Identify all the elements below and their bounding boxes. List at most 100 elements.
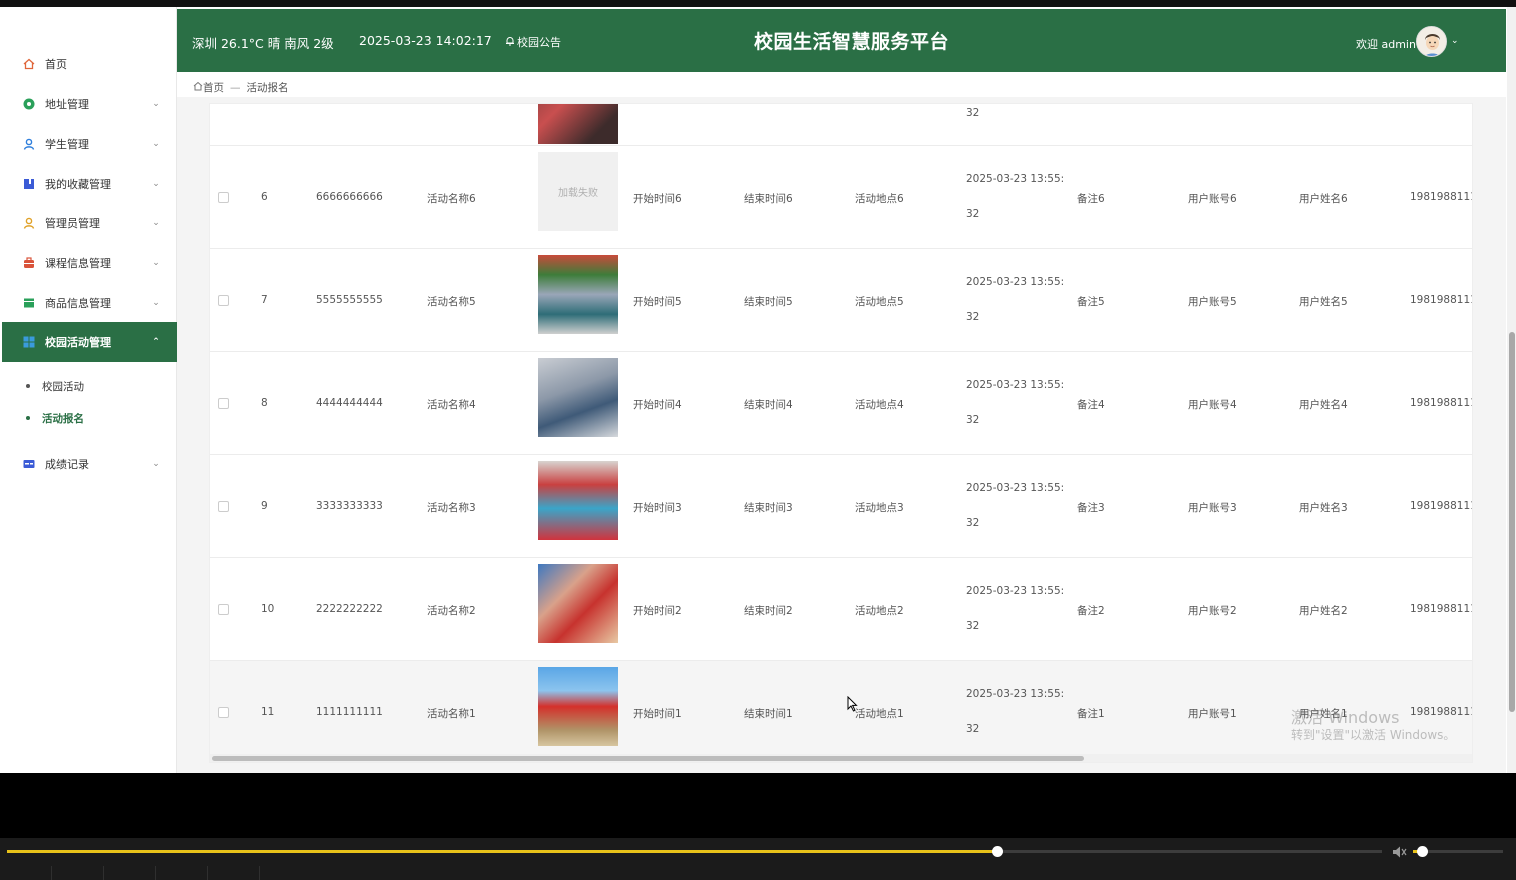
activity-image[interactable]	[538, 564, 618, 643]
sidebar-item-students[interactable]: 学生管理 ⌄	[2, 124, 177, 164]
sidebar-item-campus-activities[interactable]: 校园活动管理 ⌃	[2, 322, 177, 362]
code-cell: 6666666666	[316, 191, 383, 203]
grid-icon	[22, 335, 36, 349]
username-cell: 用户姓名5	[1299, 296, 1348, 308]
place-cell: 活动地点6	[855, 193, 904, 205]
sidebar-subitem-label: 校园活动	[42, 380, 84, 393]
phone-cell: 19819881113	[1410, 500, 1472, 512]
index-cell: 9	[261, 500, 268, 512]
breadcrumb-home[interactable]: 首页	[203, 80, 224, 95]
sidebar-subitem-label: 活动报名	[42, 412, 84, 425]
time-cell-line1: 2025-03-23 13:55:	[966, 379, 1065, 391]
place-cell: 活动地点2	[855, 605, 904, 617]
code-cell: 1111111111	[316, 706, 383, 718]
activity-name-cell: 活动名称4	[427, 399, 476, 411]
welcome-text: 欢迎 admin	[1356, 38, 1416, 51]
datetime-text: 2025-03-23 14:02:17	[359, 33, 492, 48]
sidebar-item-address[interactable]: 地址管理 ⌄	[2, 84, 177, 124]
note-cell: 备注2	[1077, 605, 1105, 617]
chevron-down-icon: ⌄	[152, 139, 160, 149]
volume-slider[interactable]	[1413, 846, 1503, 857]
volume-icon[interactable]	[1392, 844, 1408, 863]
time-cell-line2: 32	[966, 620, 980, 632]
sidebar-item-favorites[interactable]: 我的收藏管理 ⌄	[2, 164, 177, 204]
chevron-down-icon: ⌄	[152, 459, 160, 469]
phone-cell: 19819881112	[1410, 603, 1472, 615]
image-load-failed: 加载失败	[558, 188, 598, 199]
activity-image[interactable]	[538, 255, 618, 334]
activity-image[interactable]	[538, 358, 618, 437]
index-cell: 6	[261, 191, 268, 203]
player-button[interactable]	[104, 866, 156, 880]
index-cell: 7	[261, 294, 268, 306]
end-time-cell: 结束时间4	[744, 399, 793, 411]
row-checkbox[interactable]	[218, 398, 229, 409]
activity-image[interactable]	[538, 461, 618, 540]
chevron-down-icon: ⌄	[152, 179, 160, 189]
horizontal-scrollbar[interactable]	[210, 754, 1472, 762]
activity-image[interactable]: 加载失败	[538, 152, 618, 231]
row-checkbox[interactable]	[218, 501, 229, 512]
activity-image[interactable]	[538, 667, 618, 746]
sidebar-subitem-activity-signup[interactable]: 活动报名	[2, 405, 177, 431]
chevron-down-icon[interactable]: ⌄	[1451, 36, 1459, 46]
sidebar-item-label: 校园活动管理	[45, 336, 111, 349]
code-cell: 3333333333	[316, 500, 383, 512]
player-button[interactable]	[0, 866, 52, 880]
time-cell-line2: 32	[966, 517, 980, 529]
end-time-cell: 结束时间5	[744, 296, 793, 308]
vertical-scrollbar-thumb[interactable]	[1509, 332, 1515, 712]
mouse-cursor-icon	[847, 695, 858, 716]
horizontal-scrollbar-thumb[interactable]	[212, 756, 1084, 761]
avatar[interactable]	[1416, 26, 1447, 57]
chevron-up-icon: ⌃	[152, 337, 160, 347]
window-top-strip	[0, 0, 1516, 7]
home-icon	[22, 57, 36, 71]
start-time-cell: 开始时间6	[633, 193, 682, 205]
volume-knob[interactable]	[1417, 846, 1428, 857]
sidebar-item-scores[interactable]: 成绩记录 ⌄	[2, 444, 177, 484]
row-checkbox[interactable]	[218, 192, 229, 203]
note-cell: 备注4	[1077, 399, 1105, 411]
row-checkbox[interactable]	[218, 707, 229, 718]
sidebar-item-home[interactable]: 首页	[2, 44, 177, 84]
activation-watermark-text: 转到"设置"以激活 Windows。	[1291, 728, 1456, 742]
start-time-cell: 开始时间4	[633, 399, 682, 411]
code-cell: 5555555555	[316, 294, 383, 306]
time-cell-line2: 32	[966, 311, 980, 323]
phone-cell: 19819881114	[1410, 397, 1472, 409]
code-cell: 2222222222	[316, 603, 383, 615]
notice-link[interactable]: 校园公告	[505, 34, 561, 50]
activity-image[interactable]	[538, 104, 618, 144]
progress-knob[interactable]	[992, 846, 1003, 857]
chevron-down-icon: ⌄	[152, 298, 160, 308]
sidebar: 首页 地址管理 ⌄ 学生管理 ⌄ 我的收藏管理 ⌄ 管理员管理 ⌄ 课程信息管理…	[2, 7, 177, 773]
row-checkbox[interactable]	[218, 295, 229, 306]
activity-name-cell: 活动名称6	[427, 193, 476, 205]
vertical-scrollbar[interactable]	[1507, 7, 1516, 773]
row-checkbox[interactable]	[218, 604, 229, 615]
top-header: 深圳 26.1°C 晴 南风 2级 2025-03-23 14:02:17 校园…	[177, 9, 1506, 72]
time-cell: 32	[966, 107, 980, 119]
sidebar-item-label: 学生管理	[45, 138, 89, 151]
sidebar-item-products[interactable]: 商品信息管理 ⌄	[2, 283, 177, 323]
sidebar-item-admins[interactable]: 管理员管理 ⌄	[2, 203, 177, 243]
end-time-cell: 结束时间6	[744, 193, 793, 205]
activity-name-cell: 活动名称1	[427, 708, 476, 720]
phone-cell: 19819881115	[1410, 294, 1472, 306]
sidebar-subitem-campus-activity[interactable]: 校园活动	[2, 373, 177, 399]
progress-bar[interactable]	[7, 846, 1382, 857]
progress-fill	[7, 850, 997, 853]
sidebar-item-courses[interactable]: 课程信息管理 ⌄	[2, 243, 177, 283]
player-button[interactable]	[208, 866, 260, 880]
player-button[interactable]	[52, 866, 104, 880]
time-cell-line1: 2025-03-23 13:55:	[966, 276, 1065, 288]
username-cell: 用户姓名4	[1299, 399, 1348, 411]
course-icon	[22, 256, 36, 270]
weather-text: 深圳 26.1°C 晴 南风 2级	[192, 36, 334, 51]
breadcrumb: 首页 — 活动报名	[193, 80, 289, 95]
bell-icon	[505, 36, 515, 49]
end-time-cell: 结束时间2	[744, 605, 793, 617]
player-button[interactable]	[156, 866, 208, 880]
place-cell: 活动地点4	[855, 399, 904, 411]
